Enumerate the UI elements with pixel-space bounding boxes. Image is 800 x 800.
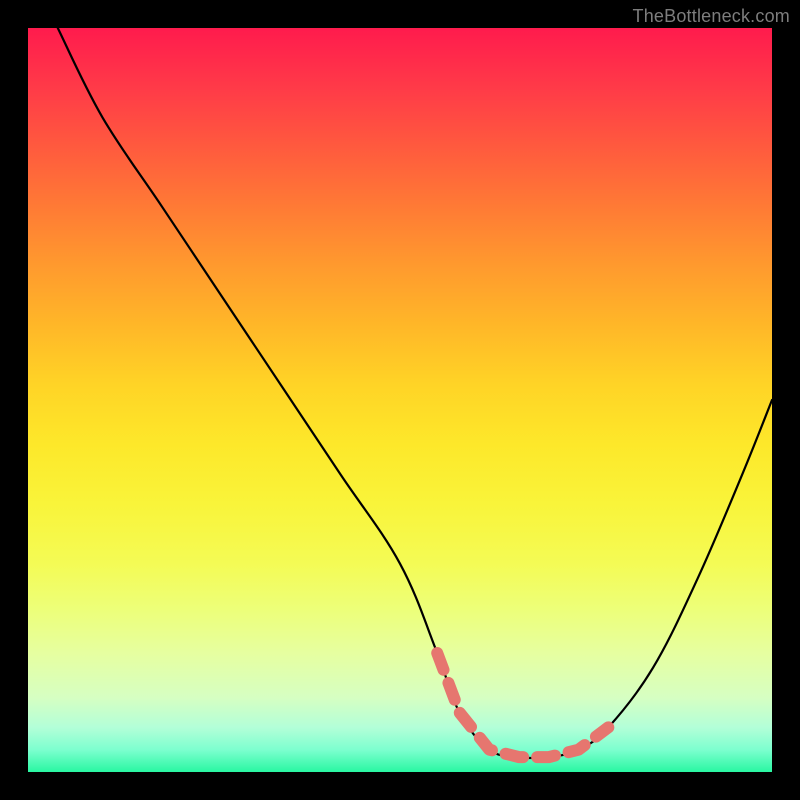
chart-container: TheBottleneck.com xyxy=(0,0,800,800)
watermark-text: TheBottleneck.com xyxy=(633,6,790,27)
plot-area xyxy=(28,28,772,772)
bottleneck-curve xyxy=(28,28,772,772)
